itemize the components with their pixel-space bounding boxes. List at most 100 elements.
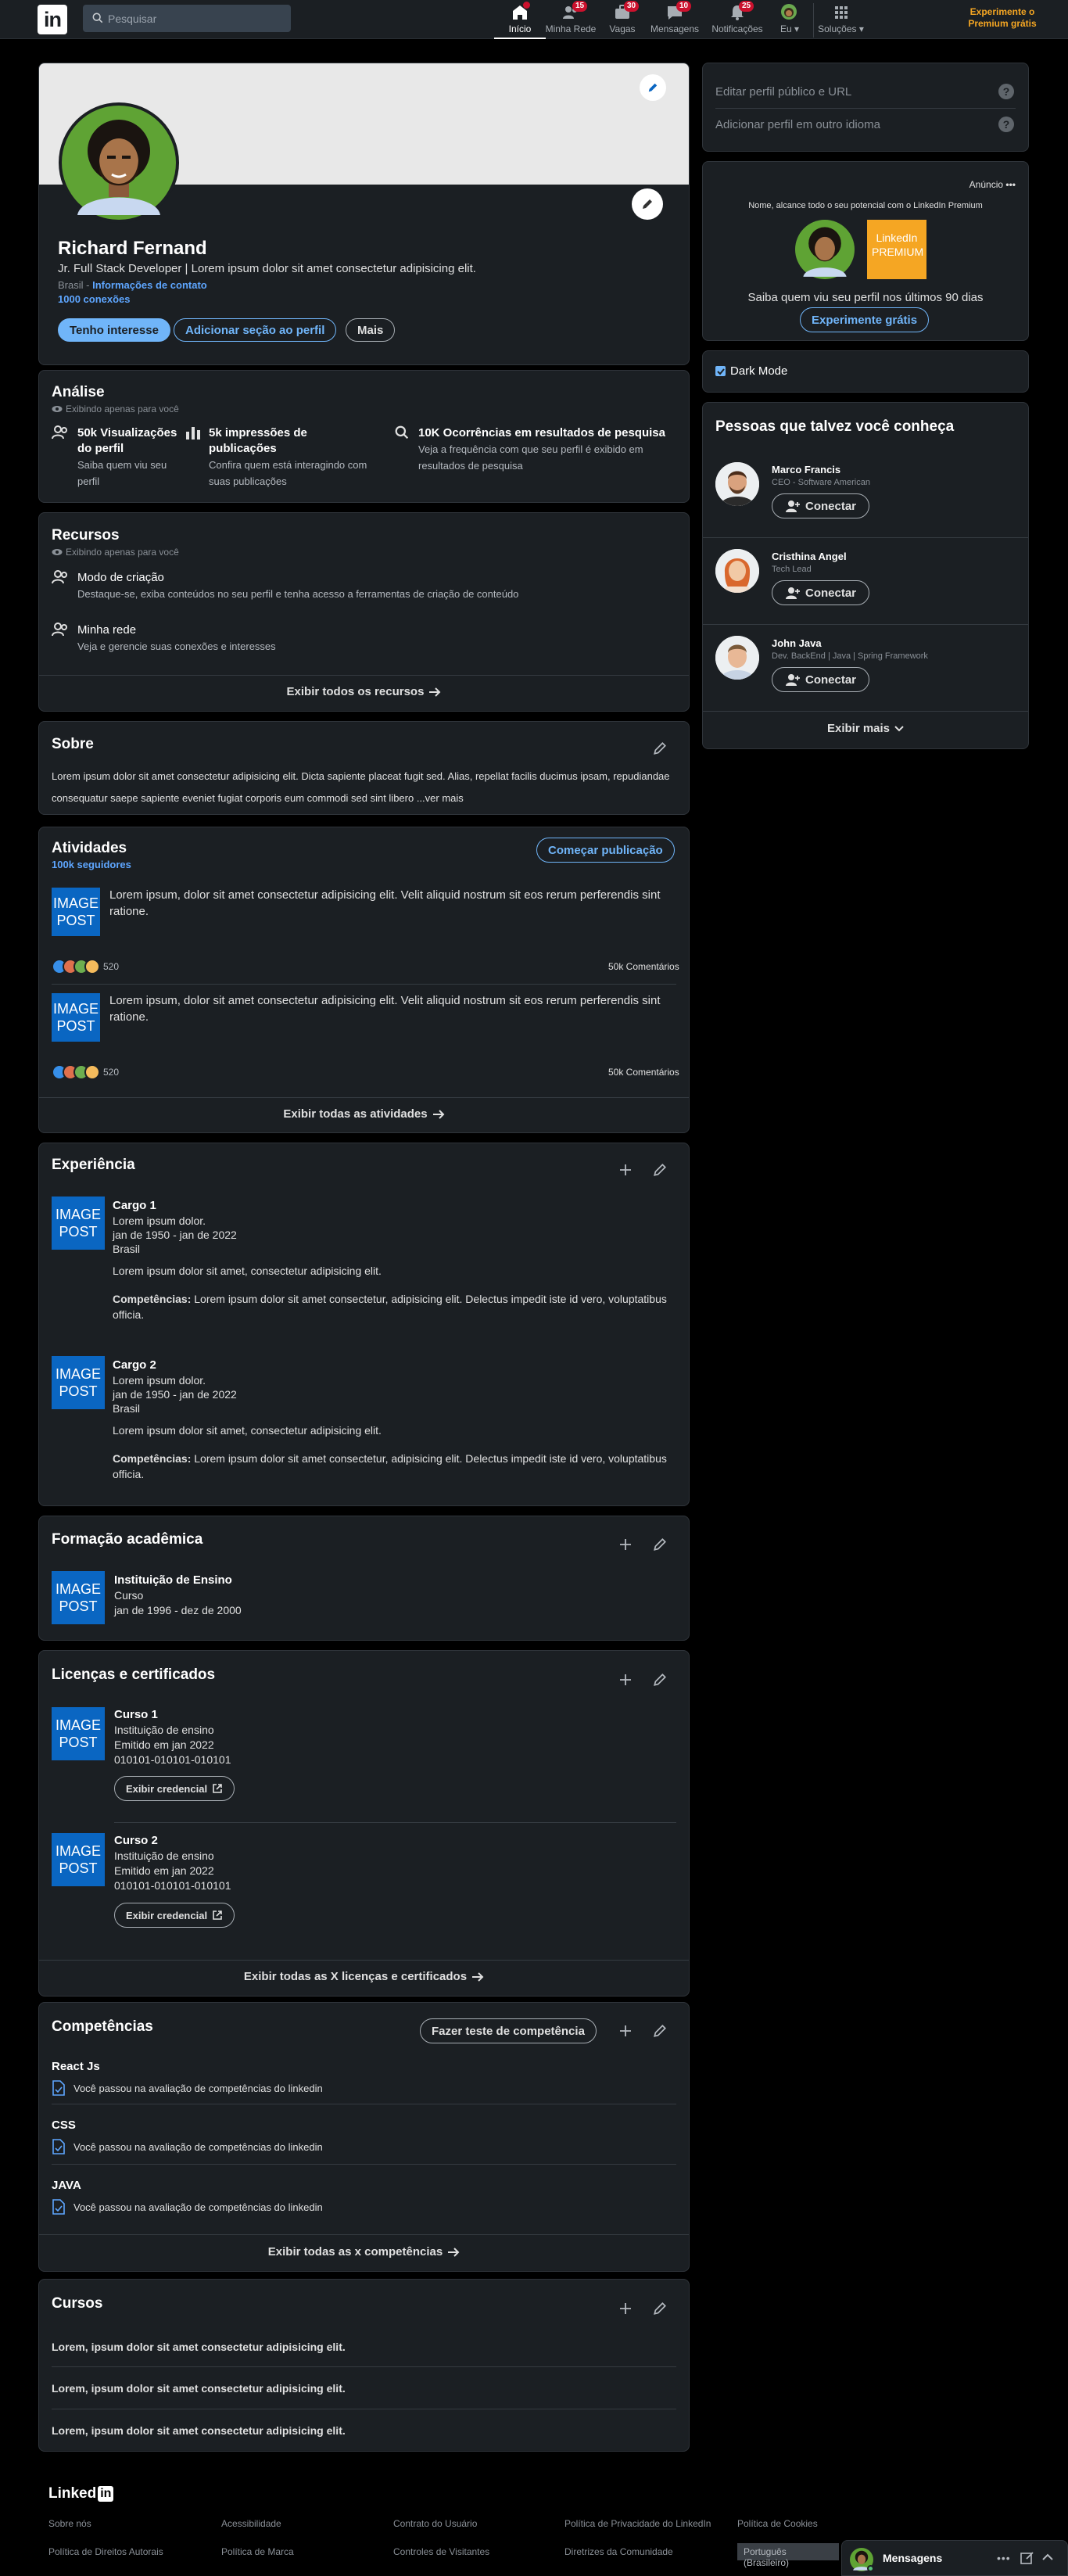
skill-test-button[interactable]: Fazer teste de competência (420, 2018, 597, 2043)
person-avatar[interactable] (715, 636, 759, 680)
post-text[interactable]: Lorem ipsum, dolor sit amet consectetur … (109, 887, 680, 920)
edit-education-button[interactable] (650, 1535, 669, 1554)
show-all-licenses-link[interactable]: Exibir todas as X licenças e certificado… (39, 1970, 689, 1983)
person-name[interactable]: John Java (772, 637, 822, 649)
post-image[interactable]: IMAGE POST (52, 993, 100, 1042)
edit-courses-button[interactable] (650, 2299, 669, 2318)
analysis-item-views[interactable]: 50k Visualizações do perfil Saiba quem v… (52, 425, 185, 490)
resource-item-creator-mode[interactable]: Modo de criação Destaque-se, exiba conte… (52, 570, 677, 603)
post-text[interactable]: Lorem ipsum, dolor sit amet consectetur … (109, 992, 680, 1025)
skill-name[interactable]: CSS (52, 2119, 76, 2132)
connect-button[interactable]: Conectar (772, 493, 870, 518)
post-image[interactable]: IMAGE POST (52, 888, 100, 936)
school-logo[interactable]: IMAGE POST (52, 1571, 105, 1624)
followers-count[interactable]: 100k seguidores (52, 859, 131, 870)
premium-promo-link[interactable]: Experimente o Premium grátis (954, 6, 1051, 30)
help-icon[interactable]: ? (998, 117, 1014, 132)
checkbox-checked[interactable] (715, 366, 726, 376)
search-input[interactable] (105, 5, 283, 32)
more-options-icon[interactable]: ••• (997, 2552, 1011, 2564)
footer-link[interactable]: Política de Cookies (737, 2518, 818, 2529)
connections-link[interactable]: 1000 conexões (58, 293, 131, 305)
skill-name[interactable]: JAVA (52, 2179, 81, 2192)
footer-link[interactable]: Política de Marca (221, 2546, 294, 2557)
show-all-skills-link[interactable]: Exibir todas as x competências (39, 2245, 689, 2258)
edit-profile-button[interactable] (632, 188, 663, 220)
skill-name[interactable]: React Js (52, 2060, 100, 2073)
comments-count[interactable]: 50k Comentários (608, 961, 679, 972)
see-more-link[interactable]: ...ver mais (417, 792, 464, 804)
show-credential-button[interactable]: Exibir credencial (114, 1776, 235, 1801)
search-box[interactable] (83, 5, 291, 32)
ad-options-button[interactable]: ••• (1005, 179, 1016, 190)
try-free-button[interactable]: Experimente grátis (800, 307, 930, 332)
footer-logo[interactable]: Linked in (48, 2485, 114, 2502)
show-all-resources-link[interactable]: Exibir todos os recursos (39, 685, 689, 698)
show-more-people-link[interactable]: Exibir mais (703, 722, 1028, 735)
dock-avatar (850, 2548, 874, 2572)
interest-button[interactable]: Tenho interesse (58, 318, 170, 342)
experience-item: Cargo 2 Lorem ipsum dolor. jan de 1950 -… (113, 1358, 676, 1482)
reactions-group[interactable]: 520 (52, 959, 130, 976)
comments-count[interactable]: 50k Comentários (608, 1067, 679, 1078)
analysis-item-impressions[interactable]: 5k impressões de publicações Confira que… (185, 425, 373, 490)
nav-messages[interactable]: 10 Mensagens (649, 1, 701, 38)
help-icon[interactable]: ? (998, 84, 1014, 99)
person-avatar[interactable] (715, 462, 759, 506)
nav-notifications-badge: 25 (739, 1, 754, 12)
analysis-item-search[interactable]: 10K Ocorrências em resultados de pesquis… (395, 425, 676, 474)
footer-link[interactable]: Diretrizes da Comunidade (564, 2546, 673, 2557)
nav-network[interactable]: 15 Minha Rede (545, 1, 597, 38)
footer-link[interactable]: Sobre nós (48, 2518, 91, 2529)
linkedin-logo[interactable]: in (38, 5, 67, 34)
experience-item: Cargo 1 Lorem ipsum dolor. jan de 1950 -… (113, 1198, 676, 1322)
nav-notifications[interactable]: 25 Notificações (711, 1, 763, 38)
show-all-activities-link[interactable]: Exibir todas as atividades (39, 1107, 689, 1121)
footer-link[interactable]: Controles de Visitantes (393, 2546, 489, 2557)
profile-avatar[interactable] (59, 102, 179, 223)
person-avatar[interactable] (715, 549, 759, 593)
nav-home[interactable]: Início (494, 2, 546, 39)
add-language-profile-link[interactable]: Adicionar perfil em outro idioma (715, 118, 880, 131)
issuer-logo[interactable]: IMAGE POST (52, 1833, 105, 1886)
messaging-dock[interactable]: Mensagens ••• (841, 2540, 1068, 2576)
nav-jobs[interactable]: 30 Vagas (597, 1, 648, 38)
connect-button[interactable]: Conectar (772, 580, 870, 605)
add-course-button[interactable] (616, 2299, 635, 2318)
add-license-button[interactable] (616, 1670, 635, 1689)
company-logo[interactable]: IMAGE POST (52, 1197, 105, 1250)
company-logo[interactable]: IMAGE POST (52, 1356, 105, 1409)
dark-mode-toggle[interactable]: Dark Mode (715, 364, 787, 378)
person-name[interactable]: Cristhina Angel (772, 551, 847, 562)
compose-icon[interactable] (1020, 2551, 1034, 2565)
add-education-button[interactable] (616, 1535, 635, 1554)
chevron-up-icon[interactable] (1042, 2553, 1053, 2561)
resource-item-my-network[interactable]: Minha rede Veja e gerencie suas conexões… (52, 622, 677, 655)
add-section-button[interactable]: Adicionar seção ao perfil (174, 318, 337, 342)
edit-experience-button[interactable] (650, 1161, 669, 1179)
start-post-button[interactable]: Começar publicação (536, 838, 675, 863)
edit-license-button[interactable] (650, 1670, 669, 1689)
language-select[interactable]: Português (Brasileiro) (737, 2543, 839, 2568)
more-button[interactable]: Mais (346, 318, 396, 342)
footer-link[interactable]: Política de Privacidade do LinkedIn (564, 2518, 711, 2529)
footer-link[interactable]: Política de Direitos Autorais (48, 2546, 163, 2557)
add-skill-button[interactable] (616, 2022, 635, 2040)
connect-button[interactable]: Conectar (772, 667, 870, 692)
person-name[interactable]: Marco Francis (772, 464, 840, 475)
eye-icon (52, 548, 63, 556)
footer-link[interactable]: Contrato do Usuário (393, 2518, 477, 2529)
footer-link[interactable]: Acessibilidade (221, 2518, 281, 2529)
edit-skills-button[interactable] (650, 2022, 669, 2040)
edit-public-url-link[interactable]: Editar perfil público e URL (715, 85, 851, 99)
show-credential-button[interactable]: Exibir credencial (114, 1903, 235, 1928)
nav-me[interactable]: Eu ▾ (765, 3, 815, 38)
about-text-block: Lorem ipsum dolor sit amet consectetur a… (52, 766, 677, 809)
add-experience-button[interactable] (616, 1161, 635, 1179)
edit-about-button[interactable] (650, 739, 669, 758)
reactions-group[interactable]: 520 (52, 1064, 130, 1082)
nav-solutions[interactable]: Soluções ▾ (813, 3, 868, 38)
issuer-logo[interactable]: IMAGE POST (52, 1707, 105, 1760)
edit-banner-button[interactable] (640, 74, 666, 101)
contact-info-link[interactable]: Informações de contato (92, 279, 207, 291)
